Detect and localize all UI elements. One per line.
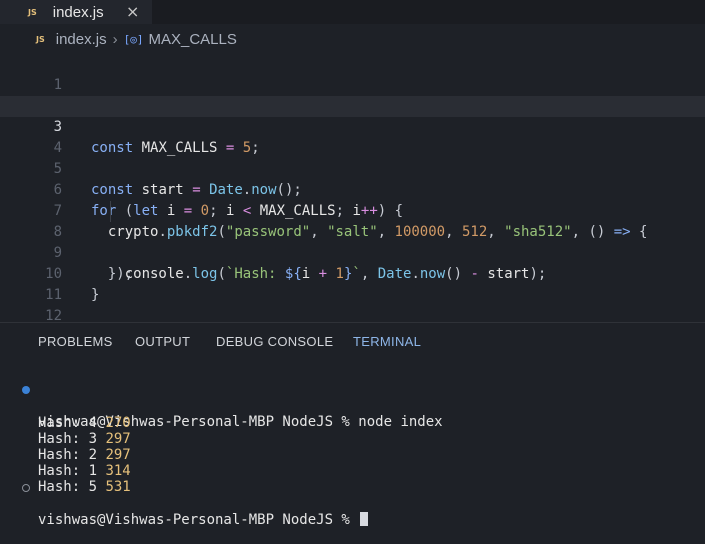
tab-index-js[interactable]: JS index.js × (0, 0, 152, 24)
code-line[interactable]: 1 const crypto = require("node:crypto"); (0, 54, 705, 114)
hash-time: 531 (105, 479, 131, 495)
command-pending-dot-icon[interactable] (22, 484, 30, 492)
close-icon[interactable]: × (126, 2, 139, 21)
tab-debug-console[interactable]: DEBUG CONSOLE (216, 334, 333, 349)
tab-problems[interactable]: PROBLEMS (38, 334, 113, 349)
indent-guide (110, 201, 111, 222)
breadcrumb-symbol[interactable]: MAX_CALLS (148, 31, 236, 48)
tab-terminal[interactable]: TERMINAL (353, 334, 421, 349)
code-line[interactable]: 5 const start = Date.now(); (0, 138, 705, 198)
breadcrumb-file[interactable]: index.js (56, 31, 107, 48)
tab-output[interactable]: OUTPUT (135, 334, 190, 349)
terminal-output-line: Hash: 4 270 (0, 399, 131, 431)
code-line-active[interactable]: 3 const MAX_CALLS = 5; (0, 96, 705, 156)
code-line[interactable]: 9 }); (0, 222, 705, 282)
code-line[interactable]: 12 // const start = Date.now(); (0, 285, 705, 322)
terminal-command: node index (358, 414, 443, 430)
terminal-prompt-line[interactable]: vishwas@Vishwas-Personal-MBP NodeJS % (0, 480, 369, 528)
hash-time: 270 (105, 415, 131, 431)
code-line[interactable]: 10 } (0, 243, 705, 303)
code-line[interactable]: 13 // crypto.pbkdf2Sync("password", "sal… (0, 306, 705, 322)
vscode-window: JS index.js × JS index.js › [◎] MAX_CALL… (0, 0, 705, 528)
editor-tab-bar: JS index.js × (0, 0, 705, 24)
code-line[interactable]: 7 crypto.pbkdf2("password", "salt", 1000… (0, 180, 705, 240)
breadcrumb: JS index.js › [◎] MAX_CALLS (0, 24, 705, 54)
javascript-file-icon: JS (36, 34, 45, 44)
chevron-right-icon: › (112, 30, 118, 48)
terminal-cursor (360, 512, 369, 526)
code-line[interactable]: 8 console.log(`Hash: ${i + 1}`, Date.now… (0, 201, 705, 282)
hash-time: 297 (105, 431, 131, 447)
terminal-prompt: vishwas@Vishwas-Personal-MBP NodeJS % (38, 512, 350, 528)
code-line[interactable]: 6 for (let i = 0; i < MAX_CALLS; i++) { (0, 159, 705, 219)
javascript-file-icon: JS (28, 7, 37, 17)
code-line[interactable]: 2 (0, 75, 705, 114)
tab-label: index.js (52, 3, 104, 21)
variable-symbol-icon: [◎] (123, 32, 144, 46)
code-line[interactable]: 4 (0, 117, 705, 156)
hash-time: 314 (105, 463, 131, 479)
terminal-output-line: Hash: 2 297 (0, 431, 131, 463)
command-success-dot-icon[interactable] (22, 386, 30, 394)
panel-tab-bar: PROBLEMS OUTPUT DEBUG CONSOLE TERMINAL (0, 323, 705, 361)
code-line[interactable]: 11 (0, 264, 705, 303)
terminal-output-line: Hash: 5 531 (0, 463, 131, 495)
code-editor[interactable]: 1 const crypto = require("node:crypto");… (0, 54, 705, 322)
terminal-output-line: Hash: 1 314 (0, 447, 131, 479)
terminal[interactable]: vishwas@Vishwas-Personal-MBP NodeJS % no… (0, 361, 705, 528)
terminal-command-line: vishwas@Vishwas-Personal-MBP NodeJS % no… (0, 382, 443, 430)
hash-time: 297 (105, 447, 131, 463)
terminal-output-line: Hash: 3 297 (0, 415, 131, 447)
